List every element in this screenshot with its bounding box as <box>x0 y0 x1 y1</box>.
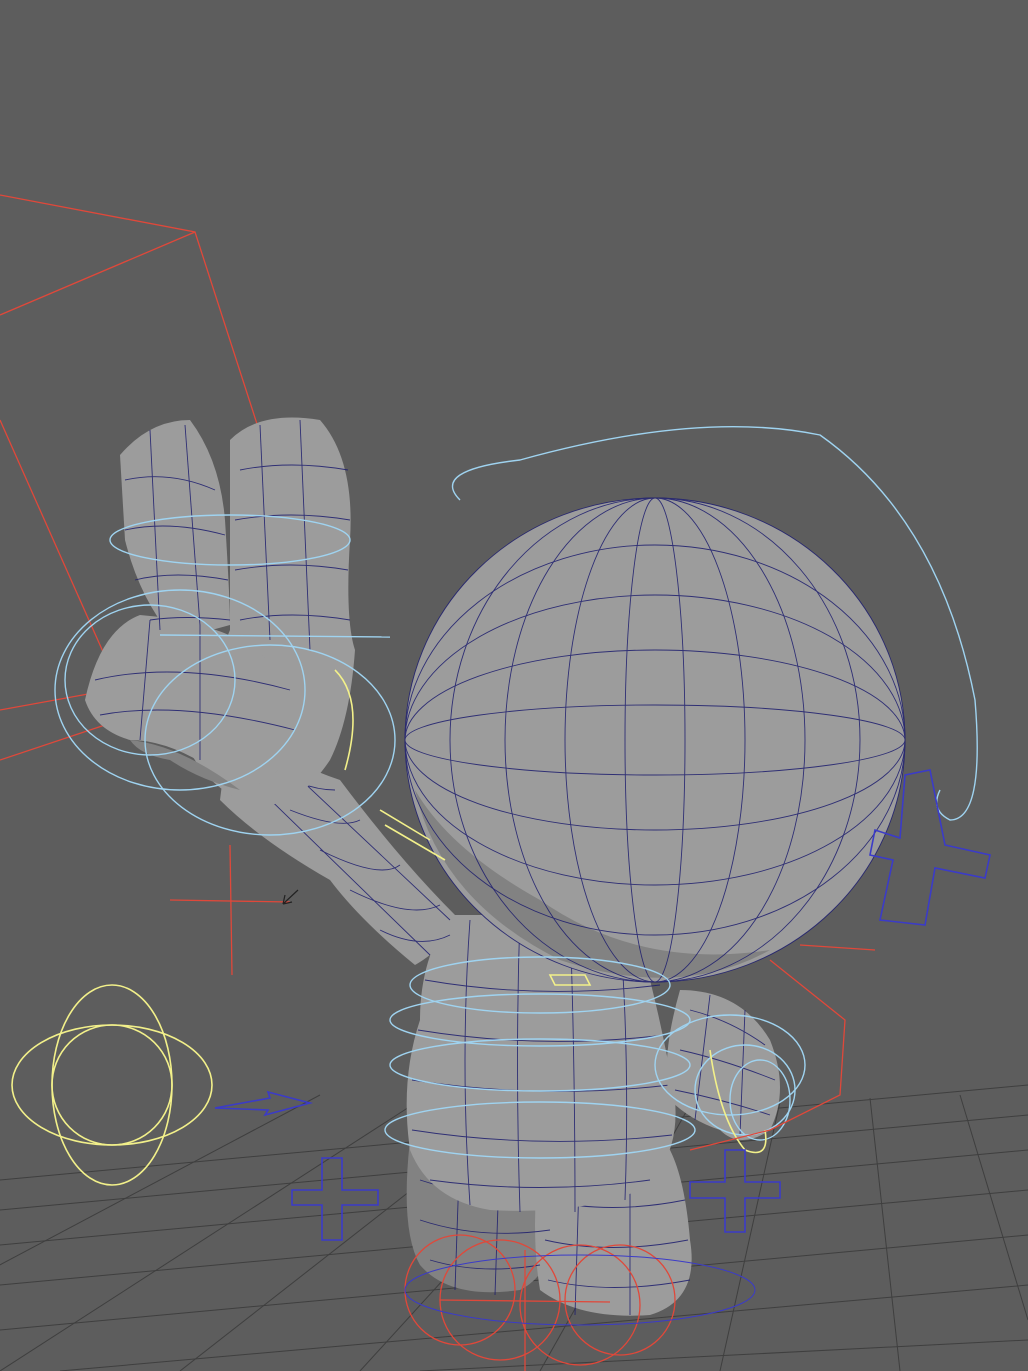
locator-hand-v <box>229 844 233 976</box>
knee-pole-vector-left <box>291 1157 379 1241</box>
heel-arrow-control <box>214 1090 314 1117</box>
transform-pivot-icon <box>282 889 299 905</box>
3d-viewport[interactable] <box>0 0 1028 1371</box>
character-head[interactable] <box>404 497 906 983</box>
master-control-ellipse-v <box>51 984 173 1186</box>
locator-hand-h <box>169 899 291 903</box>
master-control-ellipse-h <box>11 1024 213 1146</box>
character-hand[interactable] <box>85 417 355 806</box>
master-control-ring <box>51 1024 173 1146</box>
viewport-scene[interactable] <box>0 0 1028 1371</box>
